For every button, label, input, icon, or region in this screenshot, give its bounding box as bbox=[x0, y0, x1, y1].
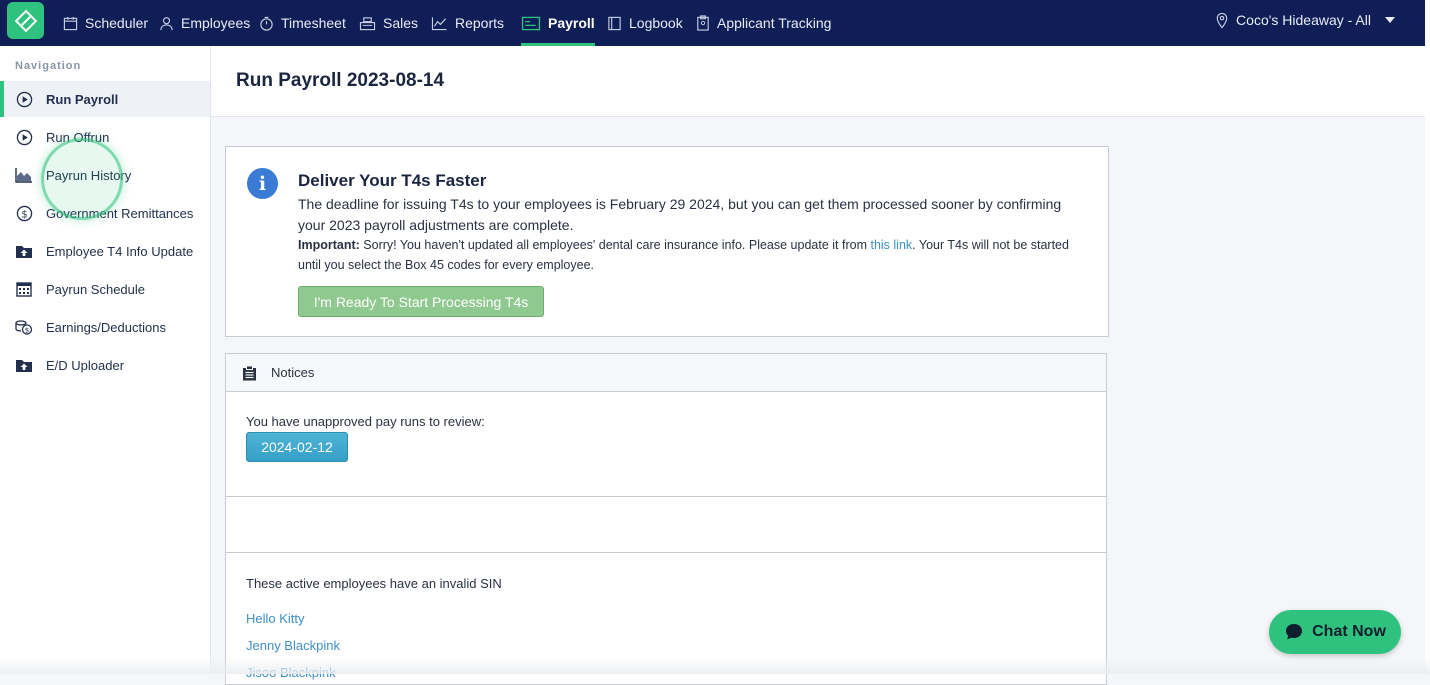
window-edge bbox=[1425, 0, 1430, 674]
sidebar-item-employee-t4-info-update[interactable]: Employee T4 Info Update bbox=[0, 233, 210, 269]
chevron-down-icon bbox=[1385, 17, 1395, 23]
t4-notice-body: The deadline for issuing T4s to your emp… bbox=[298, 196, 1062, 233]
page-title: Run Payroll 2023-08-14 bbox=[236, 70, 445, 91]
sidebar-item-run-payroll[interactable]: Run Payroll bbox=[0, 81, 210, 117]
sidebar-item-earnings-deductions[interactable]: $ Earnings/Deductions bbox=[0, 309, 210, 345]
employee-link[interactable]: Hello Kitty bbox=[246, 611, 305, 626]
important-text-1: Sorry! You haven't updated all employees… bbox=[359, 238, 871, 252]
clipboard-icon bbox=[697, 15, 709, 31]
sidebar-item-label: Earnings/Deductions bbox=[46, 319, 166, 335]
nav-payroll-label: Payroll bbox=[548, 15, 595, 31]
employee-link[interactable]: Jenny Blackpink bbox=[246, 638, 340, 653]
nav-logbook[interactable]: Logbook bbox=[607, 0, 683, 46]
app-logo-icon[interactable] bbox=[7, 2, 44, 39]
nav-timesheet[interactable]: Timesheet bbox=[259, 0, 346, 46]
register-icon bbox=[359, 16, 376, 30]
notices-header: Notices bbox=[226, 354, 1106, 392]
chat-now-label: Chat Now bbox=[1312, 623, 1386, 640]
t4-important-text: Important: Sorry! You haven't updated al… bbox=[298, 235, 1088, 275]
nav-logbook-label: Logbook bbox=[629, 15, 683, 31]
dollar-circle-icon: $ bbox=[15, 204, 33, 222]
calendar-grid-icon bbox=[15, 280, 33, 298]
sidebar-item-label: Payrun Schedule bbox=[46, 281, 146, 297]
t4-notice-title: Deliver Your T4s Faster bbox=[298, 171, 487, 190]
svg-text:$: $ bbox=[21, 209, 27, 220]
nav-timesheet-label: Timesheet bbox=[281, 15, 346, 31]
top-navbar: Scheduler Employees Timesheet Sales Repo… bbox=[0, 0, 1425, 46]
nav-scheduler[interactable]: Scheduler bbox=[63, 0, 148, 46]
t4-notice-card: i Deliver Your T4s Faster The deadline f… bbox=[225, 146, 1109, 337]
location-label: Coco's Hideaway - All bbox=[1236, 12, 1371, 28]
calendar-icon bbox=[63, 16, 78, 30]
sidebar-item-ed-uploader[interactable]: E/D Uploader bbox=[0, 347, 210, 383]
important-label: Important: bbox=[298, 238, 360, 252]
notices-card: Notices You have unapproved pay runs to … bbox=[225, 353, 1107, 685]
upload-folder-icon bbox=[15, 242, 33, 260]
upload-folder-icon bbox=[15, 356, 33, 374]
sidebar-heading: Navigation bbox=[15, 60, 82, 72]
nav-sales-label: Sales bbox=[383, 15, 419, 31]
dental-info-link[interactable]: this link bbox=[870, 238, 912, 252]
play-circle-icon bbox=[15, 90, 33, 108]
notices-title: Notices bbox=[271, 365, 315, 380]
clipboard-list-icon bbox=[243, 365, 256, 380]
bottom-fade-overlay bbox=[0, 658, 1430, 674]
sidebar-item-label: E/D Uploader bbox=[46, 357, 125, 373]
invalid-sin-text: These active employees have an invalid S… bbox=[246, 576, 502, 591]
map-pin-icon bbox=[1216, 12, 1228, 28]
svg-text:$: $ bbox=[25, 327, 29, 335]
nav-employees[interactable]: Employees bbox=[159, 0, 250, 46]
nav-reports-label: Reports bbox=[455, 15, 505, 31]
nav-payroll[interactable]: Payroll bbox=[521, 0, 595, 46]
sidebar: Navigation Run Payroll Run Offrun Payrun… bbox=[0, 46, 211, 674]
location-selector[interactable]: Coco's Hideaway - All bbox=[1215, 0, 1395, 40]
unapproved-runs-section: You have unapproved pay runs to review: … bbox=[226, 392, 1106, 497]
play-circle-icon bbox=[15, 128, 33, 146]
nav-reports[interactable]: Reports bbox=[431, 0, 504, 46]
person-icon bbox=[160, 16, 173, 30]
nav-scheduler-label: Scheduler bbox=[85, 15, 149, 31]
sidebar-item-label: Employee T4 Info Update bbox=[46, 243, 194, 259]
payroll-icon bbox=[521, 16, 541, 30]
start-processing-t4s-button[interactable]: I'm Ready To Start Processing T4s bbox=[298, 286, 544, 317]
empty-notice-section bbox=[226, 497, 1106, 553]
nav-employees-label: Employees bbox=[181, 15, 251, 31]
stopwatch-icon bbox=[260, 16, 273, 31]
chat-bubble-icon bbox=[1286, 624, 1303, 640]
line-chart-icon bbox=[431, 16, 447, 30]
chat-now-button[interactable]: Chat Now bbox=[1269, 610, 1401, 654]
info-icon: i bbox=[247, 168, 278, 199]
coins-icon: $ bbox=[15, 318, 33, 336]
sidebar-item-payrun-schedule[interactable]: Payrun Schedule bbox=[0, 271, 210, 307]
page-header: Run Payroll 2023-08-14 bbox=[211, 46, 1425, 117]
book-icon bbox=[608, 16, 621, 30]
nav-applicant-tracking-label: Applicant Tracking bbox=[717, 15, 832, 31]
area-chart-icon bbox=[15, 166, 33, 184]
payrun-2024-02-12-button[interactable]: 2024-02-12 bbox=[246, 432, 348, 462]
click-indicator bbox=[41, 138, 123, 220]
sidebar-item-label: Run Payroll bbox=[46, 91, 119, 107]
unapproved-runs-text: You have unapproved pay runs to review: bbox=[246, 414, 485, 429]
nav-applicant-tracking[interactable]: Applicant Tracking bbox=[696, 0, 831, 46]
nav-sales[interactable]: Sales bbox=[359, 0, 418, 46]
